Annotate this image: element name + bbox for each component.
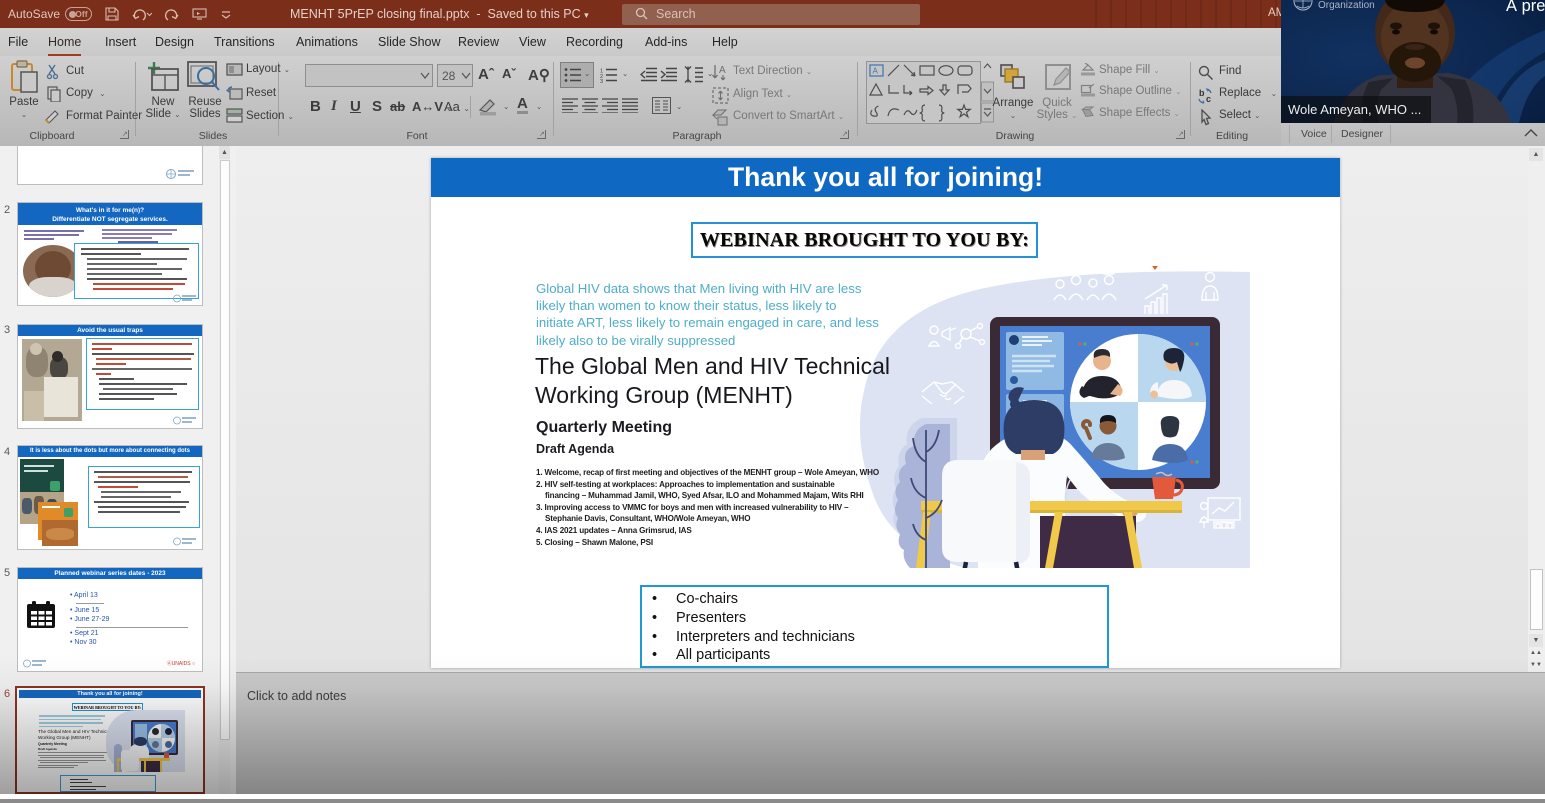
svg-text:b: b (1199, 88, 1205, 98)
svg-text:A: A (873, 67, 879, 76)
svg-text:Organization: Organization (1318, 0, 1375, 11)
svg-text:c: c (1206, 94, 1211, 104)
svg-text:28: 28 (442, 69, 456, 83)
svg-text:A: A (719, 65, 726, 76)
svg-text:3: 3 (600, 79, 603, 83)
